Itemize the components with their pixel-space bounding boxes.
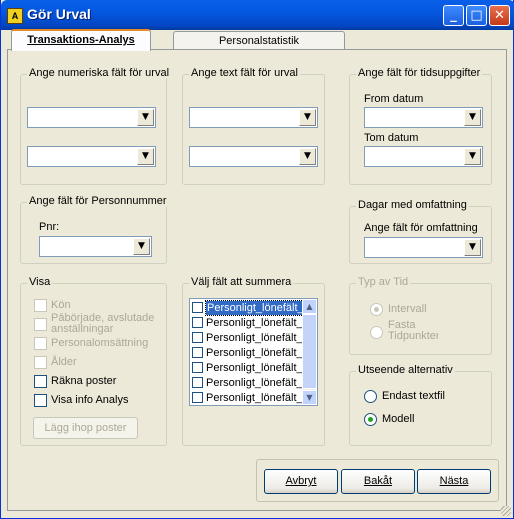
to-date-label: Tom datum: [364, 132, 419, 144]
sum-fields-legend: Välj fält att summera: [189, 276, 294, 288]
list-item[interactable]: Personligt_lönefält_: [192, 346, 303, 361]
fixed-points-radio[interactable]: [370, 326, 383, 339]
interval-radio[interactable]: [370, 303, 383, 316]
close-button[interactable]: ✕: [489, 5, 510, 26]
list-item[interactable]: Personligt_lönefält_: [192, 391, 303, 405]
kon-checkbox[interactable]: [34, 299, 47, 312]
chevron-down-icon[interactable]: ▼: [299, 148, 316, 165]
tab-transaktions-analys[interactable]: Transaktions-Analys: [11, 29, 151, 51]
list-item[interactable]: Personligt_lönefält_: [192, 316, 303, 331]
scroll-up-icon[interactable]: ▲: [302, 299, 317, 314]
vertical-scrollbar[interactable]: ▲ ▼: [302, 299, 317, 405]
age-label: Ålder: [51, 356, 77, 368]
started-ended-label: Påbörjade, avslutade anställningar: [51, 313, 155, 335]
chevron-down-icon[interactable]: ▼: [299, 109, 316, 126]
next-button[interactable]: Nästa: [417, 469, 491, 494]
checkbox[interactable]: [192, 347, 203, 358]
close-icon: ✕: [494, 8, 505, 23]
from-date-combo[interactable]: ▼: [364, 107, 483, 128]
scope-field-label: Ange fält för omfattning: [364, 222, 478, 234]
time-fields-legend: Ange fält för tidsuppgifter: [356, 67, 483, 79]
list-item[interactable]: Personligt_lönefält_: [192, 361, 303, 376]
text-fields-legend: Ange text fält för urval: [189, 67, 300, 79]
merge-records-button[interactable]: Lägg ihop poster: [33, 417, 138, 439]
back-button[interactable]: Bakåt: [341, 469, 415, 494]
maximize-button[interactable]: □: [466, 5, 487, 26]
list-item[interactable]: Personligt_lönefält_: [192, 331, 303, 346]
started-ended-checkbox[interactable]: [34, 318, 47, 331]
list-item[interactable]: Personligt_lönefält_: [192, 300, 306, 316]
visa-legend: Visa: [27, 276, 53, 288]
turnover-label: Personalomsättning: [51, 337, 149, 349]
app-icon: A: [7, 8, 23, 24]
chevron-down-icon[interactable]: ▼: [137, 109, 154, 126]
count-records-label: Räkna poster: [51, 375, 117, 387]
chevron-down-icon[interactable]: ▼: [137, 148, 154, 165]
kon-label: Kön: [51, 299, 71, 311]
text-fields-group: Ange text fält för urval: [182, 67, 325, 185]
numeric-field-combo-1[interactable]: ▼: [27, 107, 156, 128]
numeric-field-combo-2[interactable]: ▼: [27, 146, 156, 167]
chevron-down-icon[interactable]: ▼: [464, 109, 481, 126]
interval-label: Intervall: [388, 303, 427, 315]
appearance-group: Utseende alternativ: [349, 364, 492, 446]
from-date-label: From datum: [364, 93, 424, 105]
days-scope-legend: Dagar med omfattning: [356, 199, 469, 211]
text-field-combo-2[interactable]: ▼: [189, 146, 318, 167]
minimize-button[interactable]: _: [443, 5, 464, 26]
age-checkbox[interactable]: [34, 356, 47, 369]
numeric-fields-group: Ange numeriska fält för urval: [20, 67, 172, 185]
checkbox[interactable]: [192, 362, 203, 373]
sum-fields-list[interactable]: Personligt_lönefält_ Personligt_lönefält…: [189, 298, 318, 406]
checkbox[interactable]: [192, 392, 203, 403]
text-only-radio[interactable]: [364, 390, 377, 403]
tab-personalstatistik[interactable]: Personalstatistik: [173, 31, 345, 51]
to-date-combo[interactable]: ▼: [364, 146, 483, 167]
text-only-label: Endast textfil: [382, 390, 445, 402]
checkbox[interactable]: [192, 332, 203, 343]
scope-field-combo[interactable]: ▼: [364, 237, 483, 258]
window-title: Gör Urval: [27, 6, 91, 22]
cancel-button[interactable]: Avbryt: [264, 469, 338, 494]
person-number-legend: Ange fält för Personnummer: [27, 195, 169, 207]
window: A Gör Urval _ □ ✕ Transaktions-Analys Pe…: [0, 0, 514, 519]
turnover-checkbox[interactable]: [34, 337, 47, 350]
show-info-checkbox[interactable]: [34, 394, 47, 407]
time-type-legend: Typ av Tid: [356, 276, 411, 288]
model-label: Modell: [382, 413, 415, 425]
chevron-down-icon[interactable]: ▼: [133, 238, 150, 255]
maximize-icon: □: [470, 8, 483, 23]
checkbox[interactable]: [192, 302, 203, 313]
list-item[interactable]: Personligt_lönefält_: [192, 376, 303, 391]
pnr-combo[interactable]: ▼: [39, 236, 152, 257]
time-type-group: Typ av Tid: [349, 276, 492, 355]
pnr-label: Pnr:: [39, 221, 60, 233]
appearance-legend: Utseende alternativ: [356, 364, 455, 376]
resize-grip-icon[interactable]: [501, 506, 511, 516]
scroll-down-icon[interactable]: ▼: [302, 390, 317, 405]
fixed-points-label: Fasta Tidpunkter: [388, 320, 438, 342]
show-info-label: Visa info Analys: [51, 394, 129, 406]
model-radio[interactable]: [364, 413, 377, 426]
minimize-icon: _: [450, 8, 457, 23]
scroll-thumb[interactable]: [302, 314, 317, 389]
chevron-down-icon[interactable]: ▼: [464, 148, 481, 165]
checkbox[interactable]: [192, 317, 203, 328]
checkbox[interactable]: [192, 377, 203, 388]
text-field-combo-1[interactable]: ▼: [189, 107, 318, 128]
numeric-fields-legend: Ange numeriska fält för urval: [27, 67, 172, 79]
chevron-down-icon[interactable]: ▼: [464, 239, 481, 256]
title-bar[interactable]: A Gör Urval _ □ ✕: [1, 0, 514, 30]
time-fields-group: Ange fält för tidsuppgifter: [349, 67, 492, 185]
count-records-checkbox[interactable]: [34, 375, 47, 388]
